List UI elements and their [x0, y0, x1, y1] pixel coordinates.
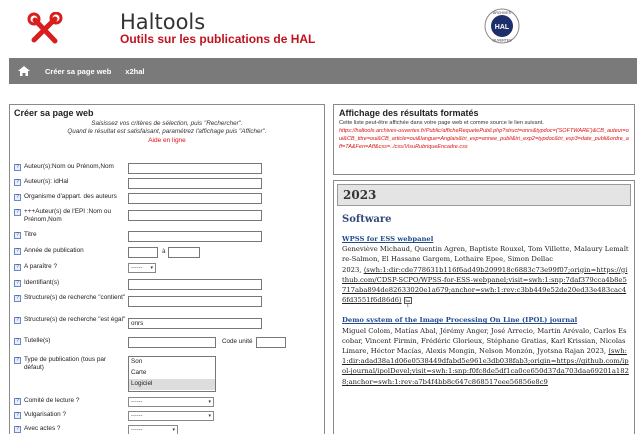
form-intro-line1: Saisissez vos critères de sélection, pui… [91, 120, 243, 127]
publication-year: 2023, [586, 347, 607, 356]
help-icon[interactable]: ? [14, 338, 21, 345]
help-icon[interactable]: ? [14, 194, 21, 201]
results-info-panel: Affichage des résultats formatés Cette l… [333, 104, 635, 175]
annee-separator: à [162, 248, 166, 255]
chevron-down-icon: ▾ [208, 413, 211, 419]
help-icon[interactable]: ? [14, 426, 21, 433]
tools-icon[interactable] [27, 12, 63, 48]
hal-logo-bottom-text: OUVERTES [492, 39, 512, 43]
help-icon[interactable]: ? [14, 357, 21, 364]
identifiants-label: Identifiant(s) [24, 279, 60, 286]
structure-contient-label: Structure(s) de recherche "contient" [24, 294, 126, 301]
help-icon[interactable]: ? [14, 209, 21, 216]
code-unite-input[interactable] [256, 337, 286, 348]
publication-title-link[interactable]: Demo system of the Image Processing On L… [342, 315, 630, 325]
site-subtitle: Outils sur les publications de HAL [120, 32, 316, 46]
annee-from-input[interactable] [128, 247, 158, 258]
publication-authors: Miguel Colom, Matías Abal, Jérémy Anger,… [342, 326, 627, 356]
publication-title-link[interactable]: WPSS for ESS webpanel [342, 234, 630, 244]
section-heading: Software [342, 214, 392, 225]
author-name-input[interactable] [128, 163, 262, 174]
type-publication-listbox[interactable]: Son Carte Logiciel [128, 356, 216, 392]
results-panel: 2023 Software WPSS for ESS webpanel Gene… [333, 180, 635, 434]
hal-logo-center-text: HAL [495, 24, 510, 31]
help-icon[interactable]: ? [14, 317, 21, 324]
author-name-label: Auteur(s):Nom ou Prénom,Nom [24, 163, 114, 170]
identifiants-input[interactable] [128, 279, 262, 290]
nav-create-page[interactable]: Créer sa page web [45, 67, 111, 76]
help-icon[interactable]: ? [14, 280, 21, 287]
help-icon[interactable]: ? [14, 398, 21, 405]
form-title: Créer sa page web [14, 108, 94, 118]
type-publication-label: Type de publication (tous par défaut) [24, 356, 107, 372]
a-paraitre-select[interactable]: ------ ▾ [128, 263, 156, 273]
a-paraitre-label: A paraître ? [24, 263, 58, 270]
help-icon[interactable]: ? [14, 295, 21, 302]
results-url-link[interactable]: https://haltools.archives-ouvertes.fr/Pu… [339, 127, 629, 152]
publication-meta: Geneviève Michaud, Quentin Agren, Baptis… [342, 244, 630, 308]
tutelles-input[interactable] [128, 337, 216, 348]
site-title: Haltools [120, 10, 206, 34]
swh-link[interactable]: ⟨swh:1:dir:cde778631b116f6ad49b209918c68… [342, 266, 627, 305]
code-unite-label: Code unité [222, 338, 253, 345]
form-intro: Saisissez vos critères de sélection, pui… [10, 120, 324, 136]
help-icon[interactable]: ? [14, 164, 21, 171]
help-icon[interactable]: ? [14, 412, 21, 419]
actes-label: Avec actes ? [24, 425, 61, 432]
top-navbar: Créer sa page web x2hal [9, 58, 637, 84]
publication-year: 2023, [342, 265, 362, 274]
epi-author-label: +++Auteur(s) de l'EPI :Nom ou Prénom,Nom [24, 208, 112, 224]
type-option-son[interactable]: Son [129, 357, 215, 368]
chevron-down-icon: ▾ [172, 427, 175, 433]
results-info-desc: Cette liste peut-être affichée dans votr… [339, 120, 544, 126]
hal-logo-top-text: ARCHIVES [493, 11, 512, 15]
publication-meta: Miguel Colom, Matías Abal, Jérémy Anger,… [342, 326, 630, 387]
annee-label: Année de publication [24, 247, 84, 254]
results-info-title: Affichage des résultats formatés [339, 108, 479, 118]
chevron-down-icon: ▾ [150, 265, 153, 271]
titre-input[interactable] [128, 231, 262, 242]
publication-item: Demo system of the Image Processing On L… [342, 315, 630, 386]
type-option-logiciel[interactable]: Logiciel [129, 379, 215, 390]
comite-select[interactable]: ------ ▾ [128, 397, 214, 407]
titre-label: Titre [24, 231, 37, 238]
author-idhal-label: Auteur(s): idHal [24, 178, 69, 185]
publication-item: WPSS for ESS webpanel Geneviève Michaud,… [342, 234, 630, 308]
actes-select[interactable]: ------ ▾ [128, 425, 178, 434]
nav-x2hal[interactable]: x2hal [125, 67, 144, 76]
annee-to-input[interactable] [168, 247, 200, 258]
structure-egal-label: Structure(s) de recherche "est égal" [24, 316, 126, 323]
vulgarisation-select[interactable]: ------ ▾ [128, 411, 214, 421]
tutelles-label: Tutelle(s) [24, 337, 51, 344]
chevron-down-icon: ▾ [208, 399, 211, 405]
hal-doc-icon[interactable]: hal [403, 296, 412, 308]
form-intro-line2: Quand le résultat est satisfaisant, para… [67, 128, 267, 136]
year-heading: 2023 [337, 184, 631, 206]
organisme-label: Organisme d'appart. des auteurs [24, 193, 117, 200]
help-icon[interactable]: ? [14, 248, 21, 255]
organisme-input[interactable] [128, 193, 262, 204]
site-header: Haltools Outils sur les publications de … [0, 0, 637, 56]
type-option-carte[interactable]: Carte [129, 368, 215, 379]
hal-logo[interactable]: HAL ARCHIVES OUVERTES [484, 8, 520, 44]
vulgarisation-label: Vulgarisation ? [24, 411, 67, 418]
comite-label: Comité de lecture ? [24, 397, 80, 404]
publication-authors: Geneviève Michaud, Quentin Agren, Baptis… [342, 245, 629, 264]
help-icon[interactable]: ? [14, 264, 21, 271]
structure-contient-input[interactable] [128, 296, 262, 307]
epi-author-input[interactable] [128, 210, 262, 221]
help-icon[interactable]: ? [14, 179, 21, 186]
author-idhal-input[interactable] [128, 178, 262, 189]
structure-egal-input[interactable]: onrs [128, 318, 262, 329]
search-form-panel: Créer sa page web Saisissez vos critères… [9, 104, 325, 434]
help-link[interactable]: Aide en ligne [10, 137, 324, 144]
home-icon[interactable] [17, 64, 31, 78]
help-icon[interactable]: ? [14, 232, 21, 239]
